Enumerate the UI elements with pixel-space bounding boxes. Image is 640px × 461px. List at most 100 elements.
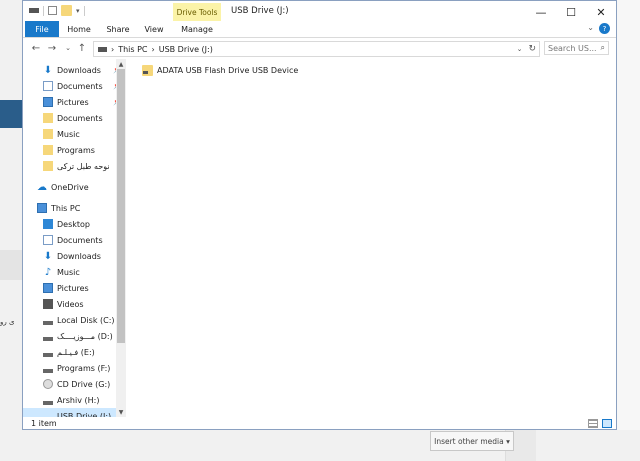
- breadcrumb-separator[interactable]: ›: [111, 45, 114, 54]
- sidebar-item-label: Arshiv (H:): [57, 395, 100, 405]
- sidebar-item-label: Pictures: [57, 283, 89, 293]
- folder-icon: [43, 113, 53, 123]
- sidebar-item[interactable]: Arshiv (H:): [23, 392, 126, 408]
- background-banner: [0, 100, 22, 128]
- background-bottom-area: [0, 430, 640, 461]
- breadcrumb-this-pc[interactable]: This PC: [118, 45, 147, 54]
- cloud-icon: ☁: [37, 181, 47, 193]
- sidebar-item-label: Music: [57, 267, 80, 277]
- drive-icon: [43, 331, 53, 341]
- sidebar-item[interactable]: Programs (F:): [23, 360, 126, 376]
- sidebar-item[interactable]: Programs: [23, 142, 126, 158]
- details-view-icon[interactable]: [588, 419, 598, 428]
- sidebar-item[interactable]: CD Drive (G:): [23, 376, 126, 392]
- cd-icon: [43, 379, 53, 389]
- sidebar-item[interactable]: USB Drive (J:): [23, 408, 126, 417]
- search-input[interactable]: Search US... ⌕: [544, 41, 609, 55]
- download-arrow-icon: ⬇: [43, 64, 53, 76]
- sidebar-item-label: Documents: [57, 235, 103, 245]
- picture-icon: [43, 97, 53, 107]
- search-icon: ⌕: [600, 43, 605, 52]
- drive-small-icon: [98, 46, 107, 52]
- sidebar-item-label: Local Disk (C:): [57, 315, 115, 325]
- sidebar-item-label: Music: [57, 129, 80, 139]
- forward-arrow-icon[interactable]: →: [45, 40, 59, 56]
- sidebar-item[interactable]: ⬇Downloads📌: [23, 62, 126, 78]
- sidebar-item[interactable]: Pictures📌: [23, 94, 126, 110]
- document-icon: [43, 235, 53, 245]
- navigation-pane[interactable]: ⬇Downloads📌Documents📌Pictures📌 Documents M…: [23, 59, 126, 417]
- status-bar: 1 item: [23, 417, 616, 429]
- sidebar-item[interactable]: ⬇ Downloads: [23, 248, 126, 264]
- window-title: USB Drive (J:): [231, 6, 289, 16]
- drive-icon: [43, 347, 53, 357]
- computer-icon: [37, 203, 47, 213]
- usb-folder-icon: [142, 65, 153, 76]
- breadcrumb-usb-drive[interactable]: USB Drive (J:): [159, 45, 213, 54]
- help-icon[interactable]: ?: [599, 23, 610, 34]
- sidebar-item[interactable]: This PC: [23, 200, 126, 216]
- sidebar-item[interactable]: Documents: [23, 232, 126, 248]
- search-placeholder: Search US...: [548, 43, 597, 53]
- address-dropdown-icon[interactable]: ⌄: [517, 45, 523, 53]
- sidebar-item[interactable]: Documents: [23, 110, 126, 126]
- sidebar-item-label: This PC: [51, 203, 81, 213]
- sidebar-item-label: Desktop: [57, 219, 90, 229]
- chevron-down-icon[interactable]: ⌄: [587, 23, 594, 32]
- desktop-icon: [43, 219, 53, 229]
- quick-access-toolbar: ▾: [29, 5, 85, 16]
- ribbon-tabs: File Home Share View Manage: [23, 21, 616, 38]
- drive-tools-context-label: Drive Tools: [173, 3, 221, 21]
- list-item[interactable]: ADATA USB Flash Drive USB Device: [142, 65, 298, 76]
- breadcrumb-separator[interactable]: ›: [152, 45, 155, 54]
- up-arrow-icon[interactable]: ↑: [75, 40, 89, 56]
- document-icon: [43, 81, 53, 91]
- folder-icon: [43, 161, 53, 171]
- scroll-down-icon[interactable]: ▼: [116, 407, 126, 417]
- insert-other-media-button[interactable]: Insert other media ▾: [430, 431, 514, 451]
- back-arrow-icon[interactable]: ←: [29, 40, 43, 56]
- recent-locations-icon[interactable]: ⌄: [61, 40, 75, 56]
- close-button[interactable]: ✕: [586, 1, 616, 23]
- download-arrow-icon: ⬇: [43, 250, 53, 262]
- background-text-fragment: ی رو: [0, 318, 15, 326]
- maximize-button[interactable]: ☐: [556, 1, 586, 23]
- background-strip: [0, 250, 22, 280]
- sidebar-item[interactable]: Desktop: [23, 216, 126, 232]
- title-bar: ▾ USB Drive (J:) — ☐ ✕: [23, 1, 616, 23]
- sidebar-item[interactable]: Videos: [23, 296, 126, 312]
- scroll-up-icon[interactable]: ▲: [116, 59, 126, 69]
- sidebar-item[interactable]: ☁ OneDrive: [23, 179, 126, 195]
- large-icons-view-icon[interactable]: [602, 419, 612, 428]
- folder-icon: [43, 145, 53, 155]
- sidebar-item[interactable]: Documents📌: [23, 78, 126, 94]
- scrollbar-thumb[interactable]: [117, 69, 125, 343]
- file-list[interactable]: ADATA USB Flash Drive USB Device: [128, 59, 616, 417]
- sidebar-item-label: Documents: [57, 81, 103, 91]
- properties-icon[interactable]: [48, 6, 57, 15]
- sidebar-item[interactable]: Local Disk (C:): [23, 312, 126, 328]
- sidebar-item[interactable]: Music: [23, 126, 126, 142]
- tab-view[interactable]: View: [140, 21, 168, 37]
- refresh-icon[interactable]: ↻: [528, 44, 536, 54]
- tab-manage[interactable]: Manage: [175, 21, 219, 37]
- new-folder-icon[interactable]: [61, 5, 72, 16]
- item-count: 1 item: [31, 419, 57, 428]
- background-right-area: [617, 0, 640, 461]
- sidebar-item[interactable]: مـــوزیــــک (D:): [23, 328, 126, 344]
- sidebar-item[interactable]: نوحه طبل ترکی: [23, 158, 126, 174]
- sidebar-item[interactable]: فـیـلـم (E:): [23, 344, 126, 360]
- sidebar-item[interactable]: ♪ Music: [23, 264, 126, 280]
- address-toolbar: ← → ⌄ ↑ › This PC › USB Drive (J:) ⌄ ↻ S…: [23, 39, 616, 57]
- sidebar-item-label: نوحه طبل ترکی: [57, 161, 110, 171]
- minimize-button[interactable]: —: [526, 1, 556, 23]
- customize-toolbar-icon[interactable]: ▾: [76, 7, 80, 15]
- sidebar-item-label: CD Drive (G:): [57, 379, 111, 389]
- file-item-label: ADATA USB Flash Drive USB Device: [157, 66, 299, 75]
- tab-file[interactable]: File: [25, 21, 59, 37]
- sidebar-item[interactable]: Pictures: [23, 280, 126, 296]
- tab-home[interactable]: Home: [63, 21, 95, 37]
- sidebar-item-label: Documents: [57, 113, 103, 123]
- address-bar[interactable]: › This PC › USB Drive (J:) ⌄ ↻: [93, 41, 540, 57]
- tab-share[interactable]: Share: [103, 21, 133, 37]
